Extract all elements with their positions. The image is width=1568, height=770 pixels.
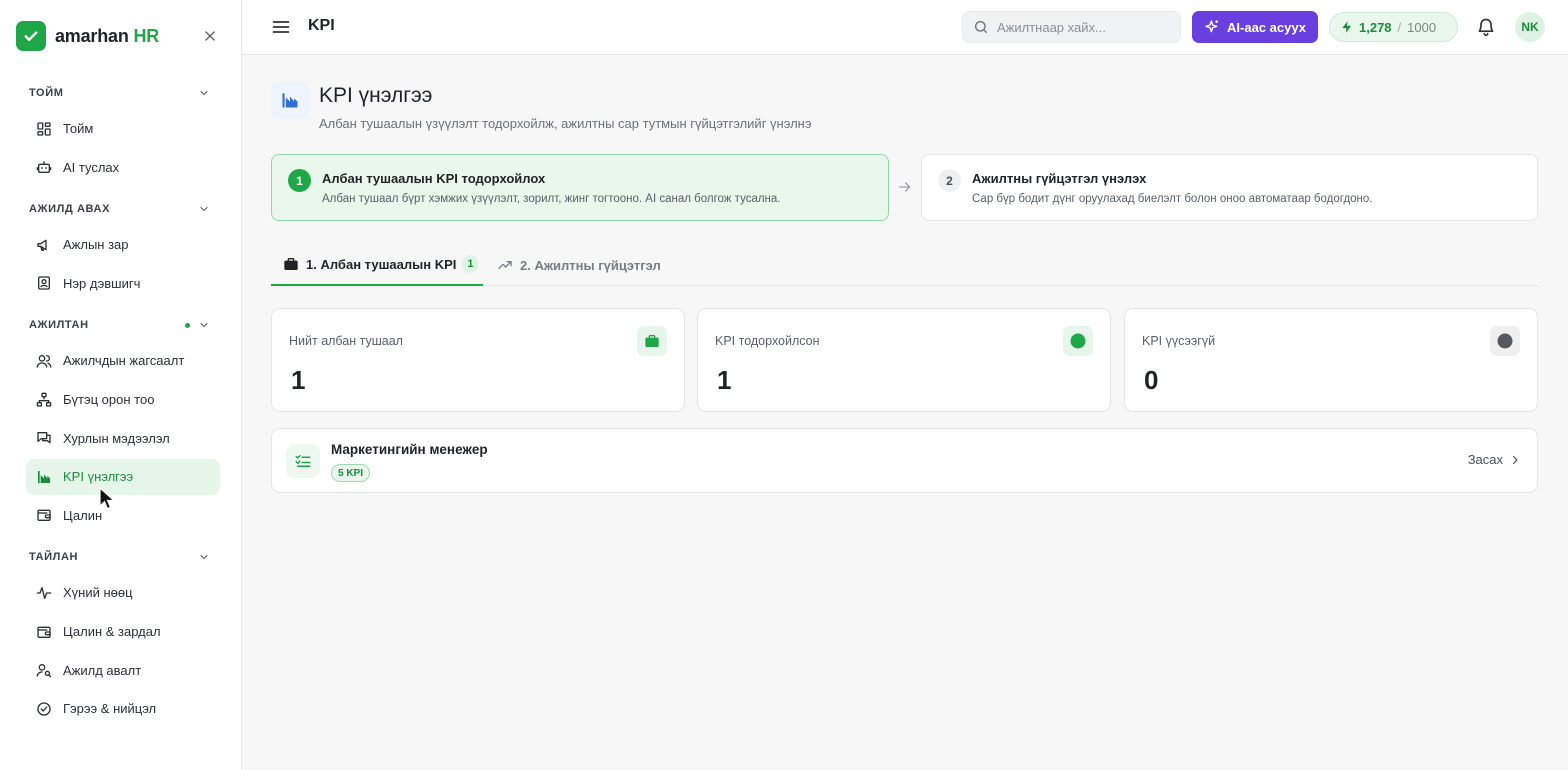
brand[interactable]: amarhan HR xyxy=(16,20,159,52)
sidebar-item-salary[interactable]: Цалин xyxy=(26,497,220,533)
megaphone-icon xyxy=(36,237,52,253)
activity-icon xyxy=(36,585,52,601)
step-description: Сар бүр бодит дүнг оруулахад биелэлт бол… xyxy=(972,193,1373,205)
id-badge-icon xyxy=(36,275,52,291)
checklist-icon xyxy=(286,444,320,478)
step-description: Албан тушаал бүрт хэмжих үзүүлэлт, зорил… xyxy=(322,193,781,205)
wallet-icon xyxy=(36,507,52,523)
nav-section-recruiting[interactable]: АЖИЛД АВАХ xyxy=(0,194,241,224)
page-subtitle: Албан тушаалын үзүүлэлт тодорхойлж, ажил… xyxy=(319,116,812,131)
trending-up-icon xyxy=(497,257,513,273)
bolt-icon xyxy=(1342,21,1352,33)
gray-dot-icon xyxy=(1490,326,1520,356)
arrow-right-icon xyxy=(897,179,913,195)
step-number: 2 xyxy=(938,169,961,192)
position-title: Маркетингийн менежер xyxy=(331,442,488,457)
nav-section-employees[interactable]: АЖИЛТАН xyxy=(0,310,241,340)
credits-badge[interactable]: 1,278 / 1000 xyxy=(1329,12,1458,42)
chevron-right-icon xyxy=(1512,455,1518,464)
bell-icon[interactable] xyxy=(1476,17,1496,37)
stat-value: 0 xyxy=(1144,365,1159,395)
ask-ai-button[interactable]: AI-аас асуух xyxy=(1192,11,1318,43)
sidebar-item-employee-list[interactable]: Ажилчдын жагсаалт xyxy=(26,343,220,379)
position-row[interactable]: Маркетингийн менежер 5 KPI Засах xyxy=(271,428,1538,493)
sidebar: amarhan HR ТОЙМ Тойм AI туслах АЖИЛД АВА… xyxy=(0,0,242,770)
robot-icon xyxy=(36,159,52,175)
tab-employee-performance[interactable]: 2. Ажилтны гүйцэтгэл xyxy=(497,244,661,286)
sidebar-item-hiring-report[interactable]: Ажилд авалт xyxy=(26,652,220,688)
brand-check-icon xyxy=(16,21,46,51)
stat-label: KPI тодорхойлсон xyxy=(715,334,820,348)
mouse-cursor-icon xyxy=(99,486,116,511)
sidebar-item-job-posts[interactable]: Ажлын зар xyxy=(26,227,220,263)
stat-label: KPI үүсээгүй xyxy=(1142,334,1216,348)
tab-position-kpi[interactable]: 1. Албан тушаалын KPI 1 xyxy=(271,244,483,286)
stat-label: Нийт албан тушаал xyxy=(289,334,403,348)
topbar: KPI AI-аас асуух 1,278 / 1000 NK xyxy=(242,0,1568,55)
sparkles-icon xyxy=(1204,19,1220,35)
avatar[interactable]: NK xyxy=(1515,12,1545,42)
close-icon[interactable] xyxy=(200,26,220,46)
chevron-down-icon xyxy=(200,323,208,328)
chevron-down-icon xyxy=(200,207,208,212)
sidebar-item-hr-report[interactable]: Хүний нөөц xyxy=(26,575,220,611)
step-number: 1 xyxy=(288,169,311,192)
sidebar-item-org-structure[interactable]: Бүтэц орон тоо xyxy=(26,382,220,418)
user-search-icon xyxy=(36,662,52,678)
nav-section-overview[interactable]: ТОЙМ xyxy=(0,78,241,108)
chevron-down-icon xyxy=(200,555,208,560)
credits-total: 1000 xyxy=(1407,19,1437,35)
briefcase-icon xyxy=(283,256,299,272)
chat-icon xyxy=(36,430,52,446)
green-dot-icon xyxy=(1063,326,1093,356)
step-title: Ажилтны гүйцэтгэл үнэлэх xyxy=(972,171,1147,186)
search-input[interactable] xyxy=(997,19,1167,35)
sidebar-item-ai-assistant[interactable]: AI туслах xyxy=(26,149,220,185)
bar-chart-icon xyxy=(36,469,52,485)
search-box[interactable] xyxy=(962,11,1181,43)
briefcase-icon xyxy=(637,326,667,356)
menu-icon[interactable] xyxy=(271,17,291,37)
edit-button[interactable]: Засах xyxy=(1468,452,1521,467)
kpi-chart-icon xyxy=(271,81,309,119)
step-title: Албан тушаалын KPI тодорхойлох xyxy=(322,171,546,186)
wallet-icon xyxy=(36,624,52,640)
stat-card-total-positions: Нийт албан тушаал 1 xyxy=(271,308,685,412)
credits-used: 1,278 xyxy=(1359,19,1392,35)
step-evaluate-performance[interactable]: 2 Ажилтны гүйцэтгэл үнэлэх Сар бүр бодит… xyxy=(921,154,1538,221)
stat-value: 1 xyxy=(717,365,732,395)
chevron-down-icon xyxy=(200,90,208,96)
sidebar-item-candidates[interactable]: Нэр дэвшигч xyxy=(26,265,220,301)
brand-name: amarhan HR xyxy=(55,25,160,46)
nav-section-reports[interactable]: ТАЙЛАН xyxy=(0,542,241,572)
status-dot xyxy=(185,323,190,329)
sidebar-item-overview[interactable]: Тойм xyxy=(26,111,220,147)
org-chart-icon xyxy=(36,392,52,408)
tabs: 1. Албан тушаалын KPI 1 2. Ажилтны гүйцэ… xyxy=(271,244,1538,286)
search-icon xyxy=(975,21,987,33)
kpi-count-badge: 5 KPI xyxy=(331,464,371,482)
credits-separator: / xyxy=(1397,19,1402,35)
sidebar-nav: ТОЙМ Тойм AI туслах АЖИЛД АВАХ Ажлын зар… xyxy=(0,78,241,727)
tab-count-badge: 1 xyxy=(462,255,479,273)
sidebar-item-kpi[interactable]: KPI үнэлгээ xyxy=(26,458,220,495)
stat-card-kpi-not-created: KPI үүсээгүй 0 xyxy=(1124,308,1538,412)
page-title: KPI үнэлгээ xyxy=(319,84,433,107)
step-define-kpi[interactable]: 1 Албан тушаалын KPI тодорхойлох Албан т… xyxy=(271,154,889,221)
dashboard-icon xyxy=(36,121,52,137)
stat-value: 1 xyxy=(291,365,306,395)
users-icon xyxy=(36,353,52,369)
sidebar-item-contracts[interactable]: Гэрээ & нийцэл xyxy=(26,691,220,727)
page-header-title: KPI xyxy=(308,17,335,34)
check-circle-icon xyxy=(36,701,52,717)
sidebar-item-meetings[interactable]: Хурлын мэдээлэл xyxy=(26,420,220,456)
stat-card-kpi-defined: KPI тодорхойлсон 1 xyxy=(697,308,1111,412)
sidebar-item-salary-costs[interactable]: Цалин & зардал xyxy=(26,614,220,650)
